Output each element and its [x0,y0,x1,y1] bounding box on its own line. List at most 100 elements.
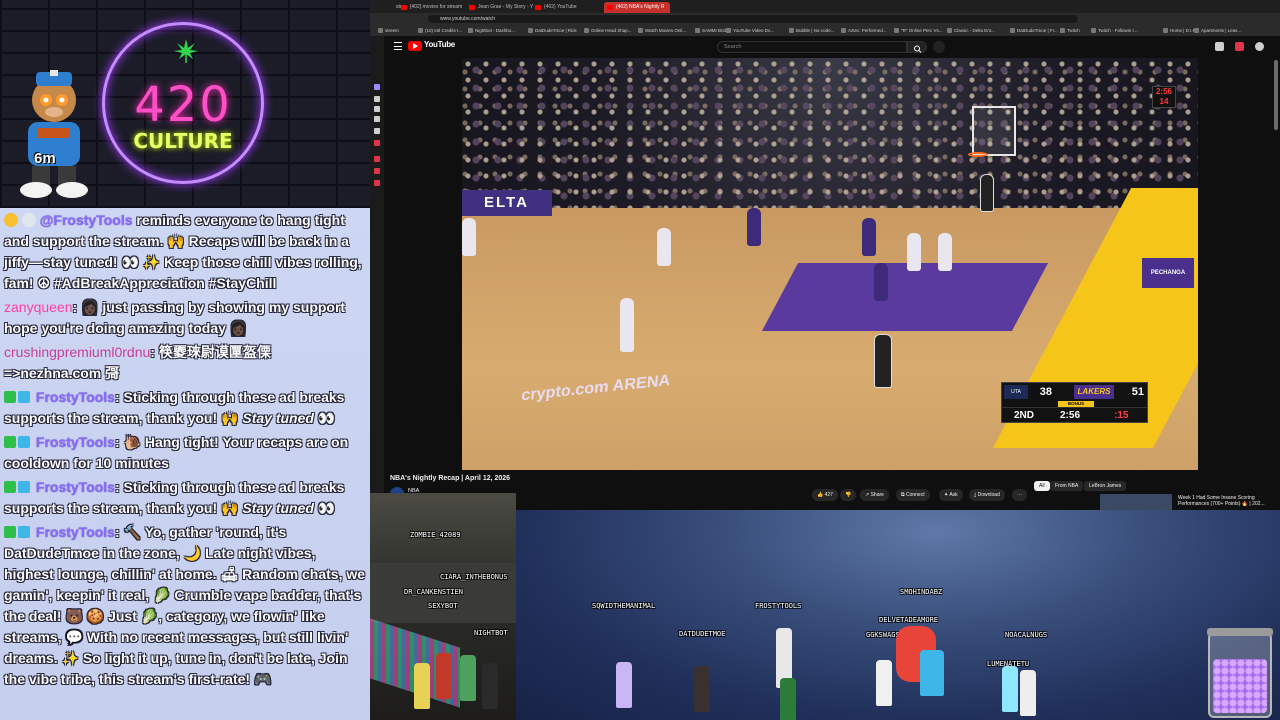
chat-username[interactable]: FrostyTools [36,389,115,405]
filter-chip[interactable]: From NBA [1050,481,1084,491]
score-row: UTA 38 LAKERS 51 [1002,383,1147,401]
home-score: 51 [1131,386,1144,398]
share-button[interactable]: ↗ Share [860,489,889,501]
connect-button[interactable]: ⧉ Connect [896,489,930,501]
rim [968,152,988,157]
like-button[interactable]: 👍 427 [812,489,838,501]
viewer-avatar [482,663,498,709]
bot-badge-icon [18,391,30,403]
webcam-avatars: ZOMBIE_42089 CIARA_INTHEBONUS DR_CANKENS… [370,493,516,720]
sidebar-app-icon[interactable] [374,96,380,102]
sidebar-app-icon[interactable] [374,128,380,134]
bookmark-item[interactable]: YouTube Video Do... [726,25,774,36]
bookmark-item[interactable]: Twitch [1060,25,1080,36]
dislike-button[interactable]: 👎 [840,489,857,501]
recommended-title[interactable]: Week 1 Had Some Insane Scoring Performan… [1178,495,1278,507]
neon-number: 420 [134,77,232,133]
ask-button[interactable]: ✦ Ask [939,489,963,501]
sidebar-app-icon[interactable] [374,168,380,174]
neon-word: CULTURE [133,129,233,153]
shot-clock: :15 [1114,410,1129,421]
create-icon[interactable] [1215,42,1224,51]
filter-chip[interactable]: LeBron James [1084,481,1127,491]
backboard [972,106,1016,156]
chat-username[interactable]: zanyqueen [4,299,73,315]
bookmark-item[interactable]: Classic - Delta Ent... [947,25,995,36]
bookmark-item[interactable]: (10) Intl Credits I... [418,25,462,36]
youtube-brand[interactable]: YouTube [424,40,455,49]
chat-username[interactable]: FrostyTools [36,524,115,540]
sidebar-app-icon[interactable] [374,140,380,146]
sidebar-app-icon[interactable] [374,84,380,90]
viewer-avatar-name: CIARA_INTHEBONUS [440,573,508,581]
search-button[interactable] [907,41,927,53]
chat-username[interactable]: @FrostyTools [40,212,133,228]
chat-panel: @FrostyTools reminds everyone to hang ti… [0,208,370,720]
bookmark-item[interactable]: Twitch - Followin r... [1091,25,1138,36]
bookmark-item[interactable]: Apartments | Leas... [1194,25,1241,36]
chat-username[interactable]: FrostyTools [36,479,115,495]
youtube-logo-icon[interactable] [408,41,422,51]
viewer-avatar-name: DELVETADEAMORE [879,616,939,624]
video-title: NBA's Nightly Recap | April 12, 2026 [390,475,511,482]
bookmark-item[interactable]: "R" Online Perc Vs... [894,25,942,36]
bot-badge-icon [18,481,30,493]
away-score: 38 [1032,384,1054,400]
bookmark-item[interactable]: Home | D.I.P [1163,25,1196,36]
away-team-logo: UTA [1004,385,1028,399]
chat-username[interactable]: FrostyTools [36,434,115,450]
hamburger-menu-icon[interactable] [394,42,402,50]
bookmark-item[interactable]: DatDudeTmoe | Rick [528,25,577,36]
jar-lid [1207,628,1273,636]
search-icon [914,45,922,53]
bookmark-item[interactable]: DatDudeTmoe | Fr... [1010,25,1058,36]
sidebar-app-icon[interactable] [374,106,380,112]
url-field[interactable]: www.youtube.com/watch [428,15,1078,23]
search-input[interactable]: Search [717,41,907,53]
more-actions-button[interactable]: ⋯ [1012,489,1027,501]
player [620,298,634,352]
sidebar-app-icon[interactable] [374,116,380,122]
browser-tab-active[interactable]: (402) NBA's Nightly R [604,2,670,13]
player [462,218,476,256]
bookmark-item[interactable]: streem [378,25,399,36]
download-button[interactable]: ⤓ Download [969,489,1005,501]
sidebar-app-icon[interactable] [374,180,380,186]
microphone-icon[interactable] [933,41,945,53]
bear-mascot-icon [20,70,88,198]
chat-badges [4,432,32,453]
referee [980,174,994,212]
browser-tab[interactable]: (402) YouTube [532,2,598,13]
viewer-avatar [920,650,944,696]
page-scrollbar[interactable] [1274,60,1278,130]
bookmark-item[interactable]: Aztec: Performed... [841,25,887,36]
bookmark-item[interactable]: Nightbot - Dashbo... [468,25,515,36]
viewer-avatar [1002,666,1018,712]
chat-message: FrostyTools: Sticking through these ad b… [4,477,366,519]
like-count: 427 [824,492,833,498]
recommended-thumbnail[interactable] [1100,494,1172,510]
player [862,218,876,256]
viewer-avatar-name: DR_CANKENSTIEN [404,588,464,596]
bookmark-item[interactable]: Bubble | No-code... [789,25,834,36]
video-player[interactable]: ELTA crypto.com ARENA PECHANGA 2:56 14 U… [462,58,1198,470]
chat-username[interactable]: crushingpremiuml0rdnu [4,344,150,360]
chat-text: : 🔨 Yo, gather 'round, it's DatDudeTmoe … [4,524,366,687]
chat-message: zanyqueen: 👩🏿 just passing by showing my… [4,297,366,339]
thumbs-down-icon: 👎 [845,492,852,498]
browser-tab[interactable]: [402] movies for stream [398,2,468,13]
viewer-avatar [876,660,892,706]
sidebar-app-icon[interactable] [374,156,380,162]
bookmark-item[interactable]: Watch Movies Onli... [638,25,686,36]
bookmark-item[interactable]: Online Head Shap... [584,25,632,36]
tab-bar: streem [402] movies for stream Jean Grae… [370,0,1280,13]
avatar[interactable] [1255,42,1264,51]
viewer-avatar-name: ZOMBIE_42089 [410,531,461,539]
browser-tab[interactable]: Jean Grae - My Story - Y [466,2,534,13]
filter-chip[interactable]: All [1034,481,1050,491]
notifications-bell-icon[interactable] [1235,42,1244,51]
chat-message: FrostyTools: 🔨 Yo, gather 'round, it's D… [4,522,366,690]
home-team-logo: LAKERS [1074,385,1114,399]
scoreboard: UTA 38 LAKERS 51 BONUS 2ND 2:56 :15 [1001,382,1148,423]
chat-message: crushingpremiuml0rdnu: 筷夒琜尉谟匰盔傈 =>nezhna… [4,342,366,384]
